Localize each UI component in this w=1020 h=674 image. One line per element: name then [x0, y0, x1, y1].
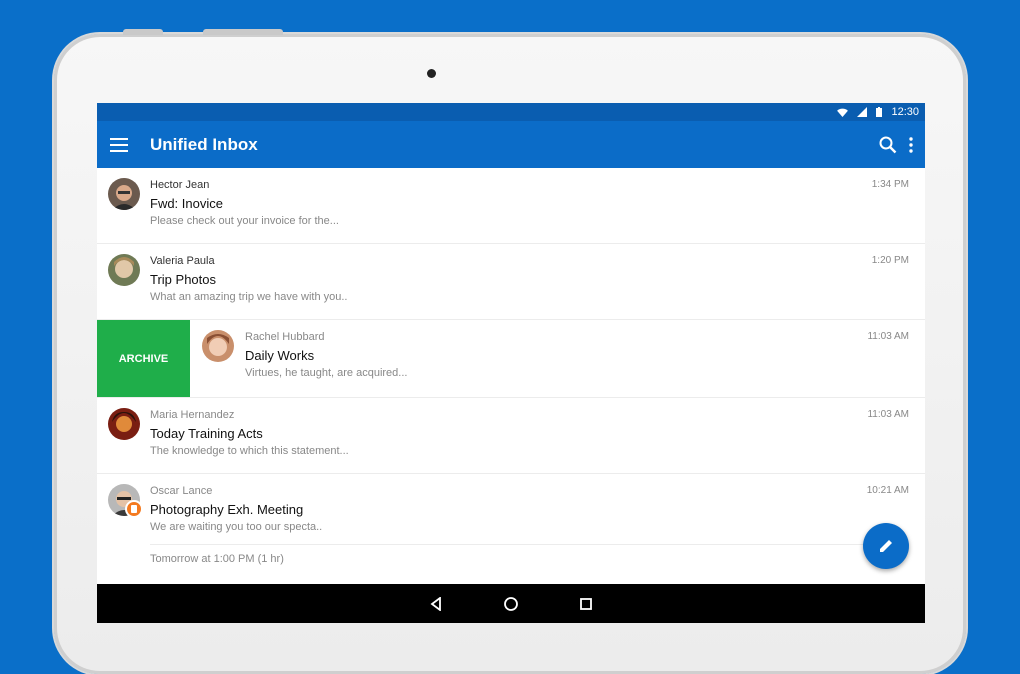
recents-icon[interactable] [579, 597, 593, 611]
preview: Virtues, he taught, are acquired... [245, 367, 408, 379]
timestamp: 1:34 PM [871, 179, 909, 190]
subject: Today Training Acts [150, 426, 263, 441]
search-icon[interactable] [879, 136, 897, 154]
subject: Daily Works [245, 348, 315, 363]
signal-icon [857, 107, 868, 117]
timestamp: 10:21 AM [866, 485, 909, 496]
sender-name: Maria Hernandez [150, 409, 235, 421]
list-item[interactable]: Valeria Paula Trip Photos What an amazin… [97, 244, 925, 320]
timestamp: 11:03 AM [867, 331, 909, 342]
subject: Photography Exh. Meeting [150, 502, 304, 517]
subject: Fwd: Inovice [150, 196, 223, 211]
home-icon[interactable] [503, 596, 519, 612]
sender-name: Oscar Lance [150, 485, 213, 497]
calendar-badge-icon [125, 500, 143, 518]
avatar [108, 254, 140, 286]
avatar [202, 330, 234, 362]
app-bar: Unified Inbox [97, 121, 925, 168]
preview: Please check out your invoice for the... [150, 215, 339, 227]
preview: What an amazing trip we have with you.. [150, 291, 348, 303]
subject: Trip Photos [150, 272, 216, 287]
list-item[interactable]: Oscar Lance Photography Exh. Meeting We … [97, 474, 925, 584]
wifi-icon [837, 108, 849, 117]
divider [150, 544, 909, 545]
page-title: Unified Inbox [150, 134, 258, 154]
archive-action[interactable]: ARCHIVE [97, 320, 190, 397]
front-camera [427, 69, 436, 78]
list-item[interactable]: Maria Hernandez Today Training Acts The … [97, 398, 925, 474]
power-button [203, 29, 283, 35]
pencil-icon [880, 540, 892, 552]
avatar [108, 178, 140, 210]
status-bar: 12:30 [97, 103, 925, 121]
volume-button [123, 29, 163, 35]
compose-button[interactable] [863, 523, 909, 569]
navigation-bar [97, 584, 925, 623]
preview: The knowledge to which this statement... [150, 445, 349, 457]
hamburger-menu-icon[interactable] [110, 137, 128, 152]
status-time: 12:30 [891, 106, 919, 118]
screen: 12:30 Unified Inbox Hector Jean Fwd: Ino… [97, 103, 925, 623]
sender-name: Rachel Hubbard [245, 331, 325, 343]
avatar [108, 408, 140, 440]
preview: We are waiting you too our specta.. [150, 521, 323, 533]
event-info: Tomorrow at 1:00 PM (1 hr) [150, 553, 284, 565]
timestamp: 11:03 AM [867, 409, 909, 420]
sender-name: Hector Jean [150, 179, 210, 191]
list-item[interactable]: Hector Jean Fwd: Inovice Please check ou… [97, 168, 925, 244]
timestamp: 1:20 PM [871, 255, 909, 266]
battery-icon [876, 107, 883, 117]
message-list: Hector Jean Fwd: Inovice Please check ou… [97, 168, 925, 584]
back-icon[interactable] [429, 596, 443, 611]
list-item-swiped[interactable]: ARCHIVE Rachel Hubbard Daily Works Virtu… [97, 320, 925, 398]
sender-name: Valeria Paula [150, 255, 215, 267]
more-vert-icon[interactable] [909, 136, 913, 153]
